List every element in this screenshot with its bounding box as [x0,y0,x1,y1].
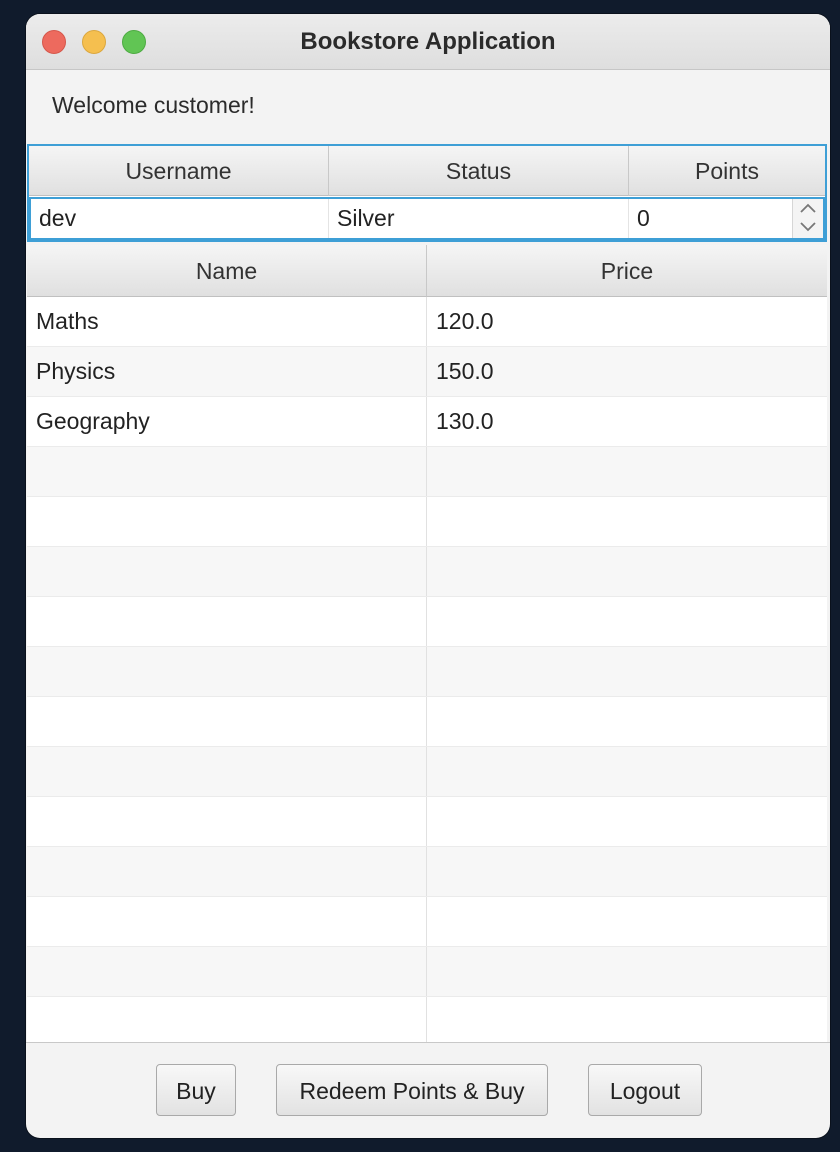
table-row[interactable] [27,947,827,997]
books-table-header: Name Price [27,245,827,297]
book-price-cell[interactable] [427,697,827,746]
column-header-username[interactable]: Username [29,146,329,196]
column-header-status[interactable]: Status [329,146,629,196]
column-header-name[interactable]: Name [27,245,427,297]
title-bar[interactable]: Bookstore Application [26,14,830,70]
book-name-cell[interactable] [27,597,427,646]
book-name-cell[interactable]: Physics [27,347,427,396]
table-row[interactable] [27,697,827,747]
bookstore-window: Bookstore Application Welcome customer! … [26,14,830,1138]
table-row[interactable] [27,447,827,497]
points-spinner[interactable] [792,199,823,238]
book-price-cell[interactable] [427,497,827,546]
books-table: Name Price Maths 120.0 Physics 150.0 Geograp… [27,245,827,1043]
book-name-cell[interactable] [27,897,427,946]
table-row[interactable] [27,497,827,547]
book-price-cell[interactable] [427,447,827,496]
book-price-cell[interactable]: 150.0 [427,347,827,396]
books-table-body[interactable]: Maths 120.0 Physics 150.0 Geography 130.0 [27,297,827,1043]
book-price-cell[interactable] [427,997,827,1043]
username-cell[interactable]: dev [31,199,329,238]
book-name-cell[interactable] [27,947,427,996]
book-name-cell[interactable] [27,497,427,546]
user-row[interactable]: dev Silver 0 [29,197,825,240]
chevron-up-icon[interactable] [793,199,823,218]
button-bar-divider [26,1042,830,1043]
book-price-cell[interactable]: 120.0 [427,297,827,346]
book-name-cell[interactable]: Geography [27,397,427,446]
book-name-cell[interactable] [27,747,427,796]
book-name-cell[interactable] [27,997,427,1043]
table-row[interactable] [27,897,827,947]
buy-button[interactable]: Buy [156,1064,236,1116]
book-name-cell[interactable] [27,697,427,746]
table-row[interactable] [27,797,827,847]
book-price-cell[interactable] [427,547,827,596]
welcome-label: Welcome customer! [52,92,255,118]
book-price-cell[interactable] [427,797,827,846]
table-row[interactable] [27,597,827,647]
book-price-cell[interactable] [427,647,827,696]
book-price-cell[interactable] [427,947,827,996]
logout-button[interactable]: Logout [588,1064,702,1116]
book-name-cell[interactable] [27,547,427,596]
redeem-points-buy-button[interactable]: Redeem Points & Buy [276,1064,548,1116]
book-name-cell[interactable]: Maths [27,297,427,346]
book-price-cell[interactable]: 130.0 [427,397,827,446]
table-row[interactable] [27,847,827,897]
table-row[interactable] [27,647,827,697]
book-price-cell[interactable] [427,847,827,896]
table-row[interactable]: Maths 120.0 [27,297,827,347]
table-row[interactable] [27,997,827,1043]
book-name-cell[interactable] [27,847,427,896]
table-row[interactable]: Geography 130.0 [27,397,827,447]
column-header-price[interactable]: Price [427,245,827,297]
chevron-down-icon[interactable] [793,218,823,237]
window-title: Bookstore Application [300,28,556,55]
status-cell[interactable]: Silver [329,199,629,238]
book-name-cell[interactable] [27,647,427,696]
book-price-cell[interactable] [427,747,827,796]
book-price-cell[interactable] [427,897,827,946]
table-row[interactable] [27,747,827,797]
book-name-cell[interactable] [27,447,427,496]
table-row[interactable] [27,547,827,597]
column-header-points[interactable]: Points [629,146,825,196]
book-price-cell[interactable] [427,597,827,646]
table-row[interactable]: Physics 150.0 [27,347,827,397]
book-name-cell[interactable] [27,797,427,846]
user-info-table: Username Status Points dev Silver 0 [27,144,827,242]
